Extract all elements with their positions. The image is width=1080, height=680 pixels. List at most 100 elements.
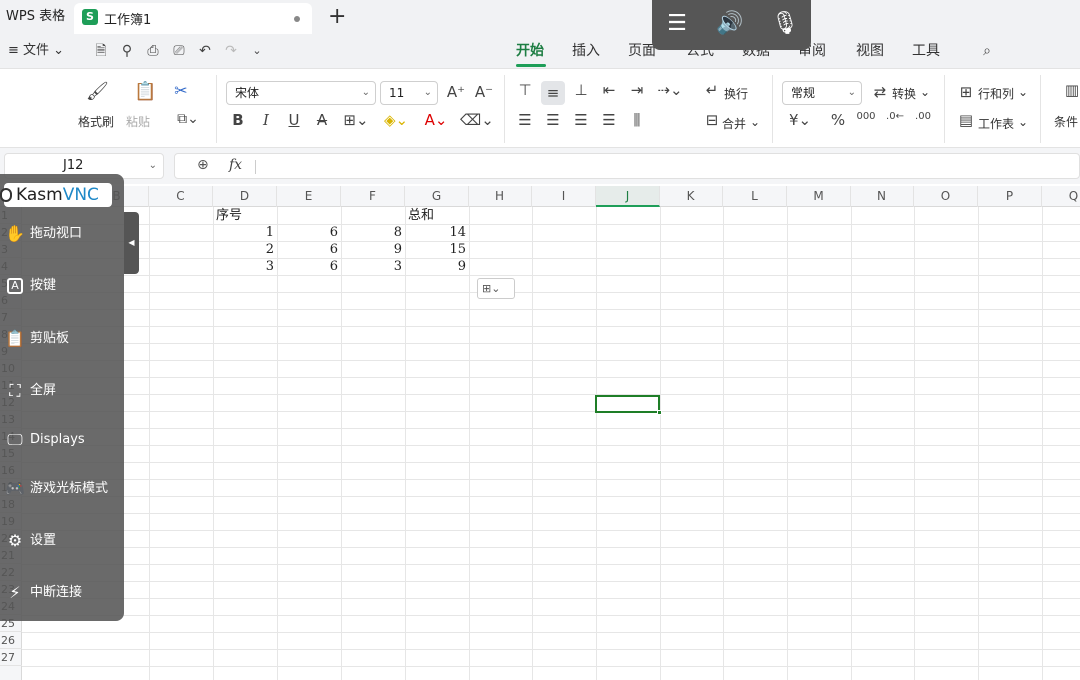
document-tab[interactable]: S 工作簿1 [74,3,312,34]
fullscreen-button[interactable]: ⛶ 全屏 [4,378,122,404]
worksheet-button[interactable]: 工作表 [978,115,1014,132]
tab-tools[interactable]: 工具 [912,34,940,68]
fill-handle[interactable] [657,410,662,415]
format-painter-label[interactable]: 格式刷 [78,113,114,130]
settings-button[interactable]: ⚙ 设置 [4,528,122,554]
cell-e4[interactable]: 6 [277,258,341,275]
server-icon[interactable]: ☰ [662,10,692,38]
collapse-panel-handle[interactable]: ◀ [124,212,139,274]
increase-decimal-icon[interactable]: .0← [884,111,906,122]
column-header-m[interactable]: M [787,186,851,207]
bold-icon[interactable]: B [228,111,248,129]
paste-options-button[interactable]: ⊞⌄ [477,278,515,299]
cell-f4[interactable]: 3 [341,258,405,275]
italic-icon[interactable]: I [256,111,276,129]
new-tab-button[interactable]: + [328,4,346,30]
tab-home[interactable]: 开始 [516,34,544,68]
format-painter-icon[interactable]: 🖌 [86,81,109,102]
column-header-f[interactable]: F [341,186,405,207]
disconnect-button[interactable]: ⚡ 中断连接 [4,580,122,606]
merge-icon[interactable]: ⊟ [702,111,722,129]
cell-d2[interactable]: 1 [213,224,277,241]
export-pdf-icon[interactable]: ⚲ [118,42,136,60]
column-header-p[interactable]: P [978,186,1042,207]
cell-g4[interactable]: 9 [405,258,469,275]
fill-color-icon[interactable]: ◈⌄ [380,111,412,129]
merge-chevron-icon[interactable]: ⌄ [750,115,760,129]
print-icon[interactable]: ⎙ [144,42,162,60]
decrease-indent-icon[interactable]: ⇤ [598,81,620,99]
paste-icon[interactable]: 📋 [134,81,156,102]
save-icon[interactable]: 🗎 [92,42,110,60]
copy-icon[interactable]: ⧉⌄ [172,111,204,127]
undo-icon[interactable]: ↶ [196,42,214,60]
speaker-icon[interactable]: 🔊 [715,10,745,38]
game-cursor-mode-button[interactable]: 🎮 游戏光标模式 [4,476,122,502]
cell-f3[interactable]: 9 [341,241,405,258]
column-header-n[interactable]: N [850,186,914,207]
number-format-select[interactable]: 常规 ⌄ [782,81,862,105]
column-header-j[interactable]: J [596,186,660,207]
align-bottom-icon[interactable]: ⊥ [570,81,592,99]
cell-d1[interactable]: 序号 [216,207,280,224]
zoom-icon[interactable]: ⊕ [197,157,209,173]
column-header-e[interactable]: E [277,186,341,207]
column-header-d[interactable]: D [213,186,277,207]
column-header-o[interactable]: O [914,186,978,207]
percent-icon[interactable]: % [828,111,848,129]
align-left-icon[interactable]: ☰ [514,111,536,129]
distributed-icon[interactable]: ⫼ [626,111,648,129]
cell-e3[interactable]: 6 [277,241,341,258]
column-header-l[interactable]: L [723,186,787,207]
cell-f2[interactable]: 8 [341,224,405,241]
keys-button[interactable]: A 按键 [4,273,122,299]
function-icon[interactable]: fx [229,157,242,173]
file-menu[interactable]: ≡ 文件 ⌄ [8,34,64,68]
microphone-icon[interactable]: 🎙 [770,10,800,38]
convert-button[interactable]: 转换 [892,85,916,102]
increase-indent-icon[interactable]: ⇥ [626,81,648,99]
align-top-icon[interactable]: ⊤ [514,81,536,99]
font-color-icon[interactable]: A⌄ [420,111,452,129]
cell-g2[interactable]: 14 [405,224,469,241]
increase-font-icon[interactable]: A⁺ [446,83,466,101]
formula-input[interactable]: ⊕ fx [174,153,1080,179]
column-header-h[interactable]: H [468,186,532,207]
search-icon[interactable]: ⌕ [978,42,996,60]
row-header-27[interactable]: 27 [0,649,22,666]
cell-d4[interactable]: 3 [213,258,277,275]
underline-icon[interactable]: U [284,111,304,129]
wrap-text-icon[interactable]: ↵ [702,81,722,99]
clipboard-button[interactable]: 📋 剪贴板 [4,326,122,352]
redo-icon[interactable]: ↷ [222,42,240,60]
cell-e2[interactable]: 6 [277,224,341,241]
font-size-select[interactable]: 11 ⌄ [380,81,438,105]
spreadsheet-grid[interactable]: BCDEFGHIJKLMNOPQ 12345678910111213141516… [0,186,1080,680]
column-header-c[interactable]: C [149,186,213,207]
align-middle-icon[interactable]: ≡ [541,81,565,105]
wrap-text-button[interactable]: 换行 [724,85,748,102]
justify-icon[interactable]: ☰ [598,111,620,129]
merge-button[interactable]: 合并 [722,115,746,132]
decrease-decimal-icon[interactable]: .00 [912,111,934,122]
worksheet-chevron-icon[interactable]: ⌄ [1018,115,1028,129]
row-header-26[interactable]: 26 [0,632,22,649]
app-tab[interactable]: WPS 表格 [0,0,70,34]
column-header-g[interactable]: G [405,186,469,207]
print-preview-icon[interactable]: ⎚ [170,42,188,60]
convert-icon[interactable]: ⇄ [870,83,890,101]
cell-g3[interactable]: 15 [405,241,469,258]
rows-cols-icon[interactable]: ⊞ [956,83,976,101]
worksheet-icon[interactable]: ▤ [956,111,976,129]
rows-cols-chevron-icon[interactable]: ⌄ [1018,85,1028,99]
unsaved-dot-icon[interactable] [294,16,300,22]
strikethrough-icon[interactable]: A [312,111,332,129]
borders-icon[interactable]: ⊞⌄ [340,111,372,129]
cell-g1[interactable]: 总和 [408,207,472,224]
displays-button[interactable]: 🖵 Displays [4,427,122,453]
font-name-select[interactable]: 宋体 ⌄ [226,81,376,105]
rows-cols-button[interactable]: 行和列 [978,85,1014,102]
tab-view[interactable]: 视图 [856,34,884,68]
customize-chevron-icon[interactable]: ⌄ [248,42,266,60]
convert-chevron-icon[interactable]: ⌄ [920,85,930,99]
